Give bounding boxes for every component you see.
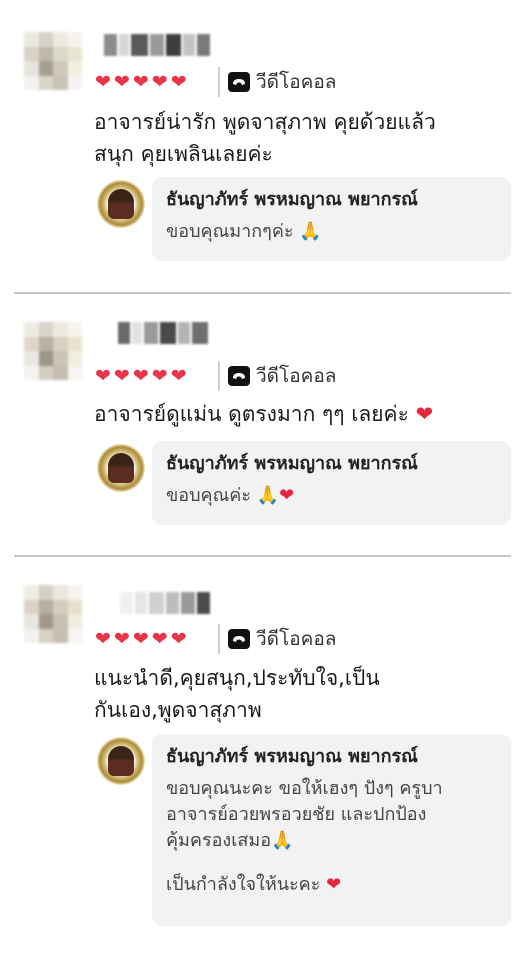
red-heart-emoji: ❤: [279, 485, 295, 506]
seller-reply-text: ขอบคุณมากๆค่ะ 🙏: [166, 221, 322, 242]
heart-icon: ❤: [132, 71, 149, 93]
reviewer-name-redacted: [118, 322, 210, 344]
seller-avatar: [97, 180, 145, 228]
seller-reply-bubble: ธันญาภัทร์ พรหมญาณ พยากรณ์ ขอบคุณมากๆค่ะ…: [152, 177, 511, 261]
folded-hands-emoji: 🙏: [271, 830, 294, 851]
video-call-icon: [228, 72, 250, 92]
heart-icon: ❤: [151, 365, 168, 387]
call-type-label: วีดีโอคอล: [256, 71, 337, 93]
seller-name: ธันญาภัทร์ พรหมญาณ พยากรณ์: [166, 746, 418, 767]
reviewer-avatar: [24, 585, 82, 643]
heart-icon: ❤: [170, 365, 187, 387]
heart-icon: ❤: [95, 365, 111, 387]
heart-icon: ❤: [95, 71, 111, 93]
seller-reply-text: ขอบคุณค่ะ 🙏❤: [166, 485, 295, 506]
heart-icon: ❤: [113, 365, 130, 387]
heart-icon: ❤: [132, 365, 149, 387]
call-type-label: วีดีโอคอล: [256, 365, 337, 387]
seller-avatar: [97, 444, 145, 492]
seller-reply-text-2: เป็นกำลังใจให้นะคะ ❤: [166, 874, 342, 895]
red-heart-emoji: ❤: [415, 402, 434, 426]
rating-hearts: ❤ ❤ ❤ ❤ ❤: [95, 365, 187, 387]
call-type-label: วีดีโอคอล: [256, 628, 337, 650]
separator: [218, 67, 220, 97]
heart-icon: ❤: [132, 628, 149, 650]
separator: [218, 361, 220, 391]
red-heart-emoji: ❤: [326, 874, 342, 895]
video-call-icon: [228, 366, 250, 386]
seller-reply-bubble: ธันญาภัทร์ พรหมญาณ พยากรณ์ ขอบคุณค่ะ 🙏❤: [152, 441, 511, 525]
divider: [14, 555, 511, 557]
heart-icon: ❤: [151, 628, 168, 650]
heart-icon: ❤: [151, 71, 168, 93]
heart-icon: ❤: [113, 71, 130, 93]
separator: [218, 624, 220, 654]
rating-hearts: ❤ ❤ ❤ ❤ ❤: [95, 628, 187, 650]
reviewer-avatar: [24, 322, 82, 380]
folded-hands-emoji: 🙏: [256, 485, 280, 506]
seller-reply-text: ขอบคุณนะคะ ขอให้เฮงๆ ปังๆ ครูบา อาจารย์อ…: [166, 778, 443, 851]
rating-hearts: ❤ ❤ ❤ ❤ ❤: [95, 71, 187, 93]
reviewer-name-redacted: [104, 34, 210, 56]
video-call-icon: [228, 629, 250, 649]
heart-icon: ❤: [95, 628, 111, 650]
reviews-page: ❤ ❤ ❤ ❤ ❤ วีดีโอคอล อาจารย์น่ารัก พูดจาส…: [0, 0, 525, 960]
seller-name: ธันญาภัทร์ พรหมญาณ พยากรณ์: [166, 189, 418, 210]
reviewer-name-redacted: [120, 592, 210, 614]
seller-avatar: [97, 737, 145, 785]
review-text: อาจารย์น่ารัก พูดจาสุภาพ คุยด้วยแล้ว สนุ…: [94, 110, 436, 166]
folded-hands-emoji: 🙏: [299, 221, 322, 242]
reviewer-avatar: [24, 32, 82, 90]
seller-name: ธันญาภัทร์ พรหมญาณ พยากรณ์: [166, 453, 418, 474]
seller-reply-bubble: ธันญาภัทร์ พรหมญาณ พยากรณ์ ขอบคุณนะคะ ขอ…: [152, 734, 511, 926]
divider: [14, 292, 511, 294]
heart-icon: ❤: [170, 628, 187, 650]
heart-icon: ❤: [113, 628, 130, 650]
review-text: แนะนำดี,คุยสนุก,ประทับใจ,เป็น กันเอง,พูด…: [94, 666, 380, 722]
heart-icon: ❤: [170, 71, 187, 93]
review-text: อาจารย์ดูแม่น ดูตรงมาก ๆๆ เลยค่ะ ❤: [94, 402, 434, 426]
